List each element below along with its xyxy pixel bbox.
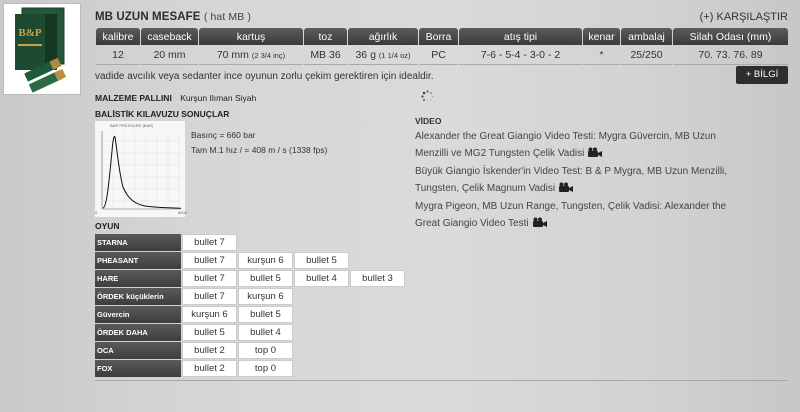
game-name: OCA bbox=[95, 342, 181, 359]
shot-cell: bullet 5 bbox=[238, 306, 293, 323]
value-silah-odasi: 70. 73. 76. 89 bbox=[673, 45, 788, 65]
value-kartus-main: 70 mm bbox=[216, 48, 249, 61]
graph-axis-right: 8000 bbox=[178, 210, 187, 215]
value-atis-tipi: 7-6 - 5-4 - 3-0 - 2 bbox=[459, 45, 582, 65]
pressure-graph bbox=[95, 121, 185, 217]
value-kalibre: 12 bbox=[96, 45, 140, 65]
game-table: STARNA bullet 7 PHEASANT bullet 7 kurşun… bbox=[95, 234, 406, 378]
value-agirlik: 36 g (1 1/4 oz) bbox=[348, 45, 418, 65]
compare-link[interactable]: (+) KARŞILAŞTIR bbox=[700, 11, 788, 23]
specs-header-row: kalibre caseback kartuş toz ağırlık Borr… bbox=[96, 28, 788, 45]
section-divider bbox=[95, 380, 788, 381]
video-link[interactable]: Mygra Pigeon, MB Uzun Range, Tungsten, Ç… bbox=[415, 198, 750, 232]
specs-table: kalibre caseback kartuş toz ağırlık Borr… bbox=[95, 28, 789, 65]
shot-cell: bullet 7 bbox=[182, 270, 237, 287]
shot-cell: bullet 4 bbox=[294, 270, 349, 287]
product-logo-text: B&P bbox=[18, 27, 42, 39]
game-name: Güvercin bbox=[95, 306, 181, 323]
material-label: MALZEME PALLINI bbox=[95, 93, 172, 103]
header-silah-odasi: Silah Odası (mm) bbox=[673, 28, 788, 45]
game-row: OCA bullet 2 top 0 bbox=[95, 342, 406, 359]
game-row: HARE bullet 7 bullet 5 bullet 4 bullet 3 bbox=[95, 270, 406, 287]
graph-axis-left: 0 bbox=[95, 210, 98, 215]
graph-label: BAR PRESSURE (BAR) bbox=[110, 123, 154, 128]
value-kartus-sub: (2 3/4 inç) bbox=[251, 50, 286, 60]
value-caseback: 20 mm bbox=[141, 45, 198, 65]
shot-cell: top 0 bbox=[238, 342, 293, 359]
pressure-value: Basınç = 660 bar bbox=[191, 130, 256, 140]
value-agirlik-main: 36 g bbox=[355, 48, 376, 61]
product-line: ( hat MB ) bbox=[203, 11, 251, 23]
video-camera-icon bbox=[532, 217, 547, 227]
game-title: OYUN bbox=[95, 221, 120, 231]
game-row: ÖRDEK küçüklerin bullet 7 kurşun 6 bbox=[95, 288, 406, 305]
header-ambalaj: ambalaj bbox=[621, 28, 672, 45]
value-ambalaj: 25/250 bbox=[621, 45, 672, 65]
shot-cell: bullet 5 bbox=[238, 270, 293, 287]
game-name: HARE bbox=[95, 270, 181, 287]
shot-cell: bullet 7 bbox=[182, 288, 237, 305]
game-row: Güvercin kurşun 6 bullet 5 bbox=[95, 306, 406, 323]
value-kartus: 70 mm (2 3/4 inç) bbox=[199, 45, 303, 65]
game-row: STARNA bullet 7 bbox=[95, 234, 406, 251]
more-info-button[interactable]: + BİLGİ bbox=[736, 66, 788, 84]
game-name: PHEASANT bbox=[95, 252, 181, 269]
video-camera-icon bbox=[588, 147, 603, 157]
shot-cell: bullet 3 bbox=[350, 270, 405, 287]
header-kenar: kenar bbox=[583, 28, 620, 45]
game-row: ÖRDEK DAHA bullet 5 bullet 4 bbox=[95, 324, 406, 341]
shot-cell: kurşun 6 bbox=[182, 306, 237, 323]
video-link[interactable]: Alexander the Great Giangio Video Testi:… bbox=[415, 128, 750, 162]
product-title: MB UZUN MESAFE ( hat MB ) bbox=[95, 11, 251, 23]
loading-spinner-icon bbox=[421, 90, 434, 103]
shot-cell: kurşun 6 bbox=[238, 252, 293, 269]
product-image[interactable]: B&P bbox=[3, 3, 81, 95]
header-kartus: kartuş bbox=[199, 28, 303, 45]
shot-cell: bullet 2 bbox=[182, 360, 237, 377]
header-kalibre: kalibre bbox=[96, 28, 140, 45]
value-agirlik-sub: (1 1/4 oz) bbox=[378, 50, 411, 60]
ballistic-values: Basınç = 660 bar Tam M.1 hız / = 408 m /… bbox=[191, 128, 327, 158]
header-borra: Borra bbox=[419, 28, 458, 45]
game-row: FOX bullet 2 top 0 bbox=[95, 360, 406, 377]
shot-cell: kurşun 6 bbox=[238, 288, 293, 305]
shot-cell: bullet 4 bbox=[238, 324, 293, 341]
game-name: ÖRDEK küçüklerin bbox=[95, 288, 181, 305]
header-caseback: caseback bbox=[141, 28, 198, 45]
product-name: MB UZUN MESAFE bbox=[95, 11, 201, 23]
header-atis-tipi: atış tipi bbox=[459, 28, 582, 45]
product-description: vadide avcılık veya sedanter ince oyunun… bbox=[95, 71, 434, 82]
game-name: ÖRDEK DAHA bbox=[95, 324, 181, 341]
value-toz: MB 36 bbox=[304, 45, 347, 65]
video-link[interactable]: Büyük Giangio İskender'in Video Test: B … bbox=[415, 163, 750, 197]
shot-cell: bullet 7 bbox=[182, 252, 237, 269]
game-name: STARNA bbox=[95, 234, 181, 251]
video-title: VİDEO bbox=[415, 116, 442, 126]
ballistic-title: BALİSTİK KILAVUZU SONUÇLAR bbox=[95, 109, 230, 119]
header-toz: toz bbox=[304, 28, 347, 45]
value-borra: PC bbox=[419, 45, 458, 65]
value-kenar: * bbox=[583, 45, 620, 65]
material-value: Kurşun Ilıman Siyah bbox=[180, 93, 257, 103]
material-row: MALZEME PALLINI Kurşun Ilıman Siyah bbox=[95, 93, 256, 103]
product-card: B&P MB UZUN MESAFE ( hat MB ) (+) KARŞIL… bbox=[0, 0, 800, 412]
game-row: PHEASANT bullet 7 kurşun 6 bullet 5 bbox=[95, 252, 406, 269]
video-link-text: Alexander the Great Giangio Video Testi:… bbox=[415, 131, 716, 159]
video-list: Alexander the Great Giangio Video Testi:… bbox=[415, 128, 750, 233]
game-name: FOX bbox=[95, 360, 181, 377]
header-agirlik: ağırlık bbox=[348, 28, 418, 45]
shot-cell: bullet 7 bbox=[182, 234, 237, 251]
shot-cell: bullet 5 bbox=[294, 252, 349, 269]
shot-cell: top 0 bbox=[238, 360, 293, 377]
speed-value: Tam M.1 hız / = 408 m / s (1338 fps) bbox=[191, 145, 328, 155]
specs-value-row: 12 20 mm 70 mm (2 3/4 inç) MB 36 36 g (1… bbox=[96, 45, 788, 65]
video-camera-icon bbox=[559, 182, 574, 192]
shot-cell: bullet 5 bbox=[182, 324, 237, 341]
shot-cell: bullet 2 bbox=[182, 342, 237, 359]
video-link-text: Mygra Pigeon, MB Uzun Range, Tungsten, Ç… bbox=[415, 201, 727, 229]
